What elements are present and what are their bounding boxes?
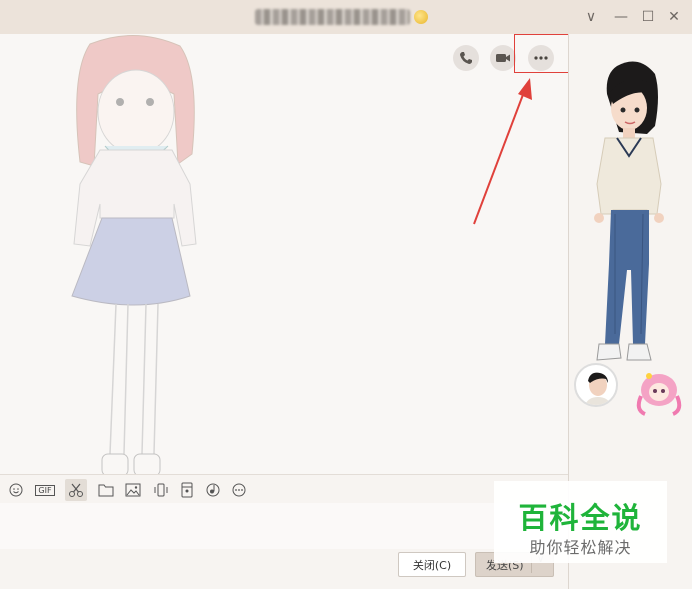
voice-call-button[interactable]	[453, 45, 479, 71]
watermark-title: 百科全说	[518, 501, 643, 535]
music-button[interactable]	[202, 479, 224, 501]
image-icon	[125, 483, 141, 497]
close-chat-label: 关闭(C)	[412, 558, 452, 572]
close-window-button[interactable]: ✕	[665, 8, 683, 26]
message-area[interactable]	[0, 34, 568, 474]
screenshot-scissors-icon	[69, 483, 83, 497]
send-image-button[interactable]	[122, 479, 144, 501]
emoji-button[interactable]	[5, 479, 27, 501]
collapse-button[interactable]: ∨	[582, 8, 600, 26]
close-icon: ✕	[668, 9, 680, 25]
message-input[interactable]	[0, 503, 568, 549]
window-title-blurred	[255, 9, 410, 25]
music-icon	[206, 483, 220, 497]
toolbar-divider	[0, 474, 568, 475]
maximize-icon: ☐	[641, 9, 655, 25]
watermark-subtitle: 助你轻松解决	[529, 538, 632, 557]
more-tools-button[interactable]	[228, 479, 250, 501]
vip-badge-icon	[414, 10, 428, 24]
chevron-down-icon: ∨	[585, 9, 597, 25]
minimize-button[interactable]: —	[612, 8, 630, 26]
pet-avatar-icon	[636, 373, 682, 416]
minimize-icon: —	[614, 9, 628, 25]
input-toolbar: GIF	[0, 477, 568, 503]
annotation-arrow	[473, 78, 532, 225]
shake-button[interactable]	[150, 479, 172, 501]
red-packet-icon	[181, 482, 193, 498]
send-file-button[interactable]	[95, 479, 117, 501]
chat-window: ∨ — ☐ ✕ GIF 关闭(C) 发送(S) 百科全说 助你轻松解决	[0, 0, 692, 589]
gif-icon: GIF	[35, 484, 55, 496]
chat-background-sketch	[71, 35, 197, 474]
watermark: 百科全说 助你轻松解决	[494, 481, 667, 563]
emoji-icon	[9, 483, 23, 497]
phone-icon	[460, 52, 472, 64]
shake-icon	[154, 483, 168, 497]
gif-button[interactable]: GIF	[33, 479, 57, 501]
video-call-icon	[496, 54, 510, 62]
title-bar[interactable]: ∨ — ☐ ✕	[0, 0, 692, 34]
friend-avatar[interactable]	[574, 363, 618, 407]
screenshot-button[interactable]	[65, 479, 87, 501]
annotation-highlight-box	[514, 34, 568, 73]
video-call-button[interactable]	[490, 45, 516, 71]
more-tools-icon	[232, 483, 246, 497]
maximize-button[interactable]: ☐	[639, 8, 657, 26]
red-packet-button[interactable]	[176, 479, 198, 501]
folder-icon	[98, 484, 114, 497]
close-chat-button[interactable]: 关闭(C)	[398, 552, 466, 577]
